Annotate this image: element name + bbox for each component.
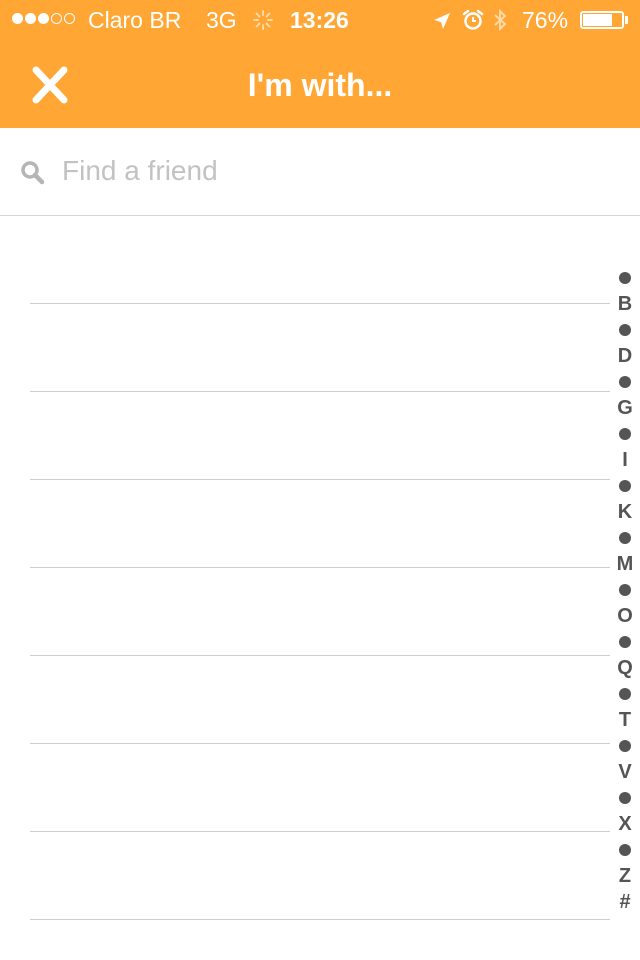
- network-type: 3G: [206, 7, 237, 33]
- list-item[interactable]: [30, 304, 610, 392]
- search-input[interactable]: [62, 150, 602, 192]
- index-separator-dot[interactable]: [619, 636, 631, 648]
- index-separator-dot[interactable]: [619, 584, 631, 596]
- index-letter-hash[interactable]: #: [610, 889, 640, 915]
- index-letter-k[interactable]: K: [610, 499, 640, 525]
- carrier-name: Claro BR: [88, 7, 182, 33]
- location-arrow-icon: [432, 10, 452, 36]
- index-separator-dot[interactable]: [619, 324, 631, 336]
- list-item[interactable]: [30, 480, 610, 568]
- list-item[interactable]: [30, 744, 610, 832]
- list-item[interactable]: [30, 216, 610, 304]
- index-separator-dot[interactable]: [619, 532, 631, 544]
- bluetooth-icon: [492, 8, 508, 37]
- index-separator-dot[interactable]: [619, 792, 631, 804]
- index-letter-b[interactable]: B: [610, 291, 640, 317]
- list-item[interactable]: [30, 568, 610, 656]
- alarm-clock-icon: [462, 9, 484, 36]
- activity-spinner-icon: [252, 9, 274, 36]
- index-separator-dot[interactable]: [619, 376, 631, 388]
- index-separator-dot[interactable]: [619, 740, 631, 752]
- list-item[interactable]: [30, 392, 610, 480]
- page-title: I'm with...: [247, 67, 393, 103]
- index-separator-dot[interactable]: [619, 844, 631, 856]
- battery-percentage: 76%: [522, 7, 569, 33]
- index-separator-dot[interactable]: [619, 272, 631, 284]
- friend-list: [0, 216, 610, 960]
- index-letter-v[interactable]: V: [610, 759, 640, 785]
- battery-level-fill: [583, 14, 612, 26]
- index-letter-t[interactable]: T: [610, 707, 640, 733]
- index-letter-z[interactable]: Z: [610, 863, 640, 889]
- signal-strength-icon: [12, 13, 75, 24]
- search-bar: [0, 128, 640, 216]
- index-letter-i[interactable]: I: [610, 447, 640, 473]
- index-letter-x[interactable]: X: [610, 811, 640, 837]
- index-letter-d[interactable]: D: [610, 343, 640, 369]
- index-separator-dot[interactable]: [619, 688, 631, 700]
- index-letter-o[interactable]: O: [610, 603, 640, 629]
- index-letter-m[interactable]: M: [610, 551, 640, 577]
- index-separator-dot[interactable]: [619, 480, 631, 492]
- index-separator-dot[interactable]: [619, 428, 631, 440]
- alphabet-index-bar[interactable]: B D G I K M O Q T V X Z #: [610, 266, 640, 926]
- clock-time: 13:26: [290, 7, 349, 33]
- index-letter-q[interactable]: Q: [610, 655, 640, 681]
- list-item[interactable]: [30, 656, 610, 744]
- list-item[interactable]: [30, 832, 610, 920]
- index-letter-g[interactable]: G: [610, 395, 640, 421]
- navigation-header: Claro BR 3G 13:26 76% I'm with...: [0, 0, 640, 128]
- status-bar: Claro BR 3G 13:26 76%: [0, 0, 640, 40]
- search-icon: [20, 160, 46, 191]
